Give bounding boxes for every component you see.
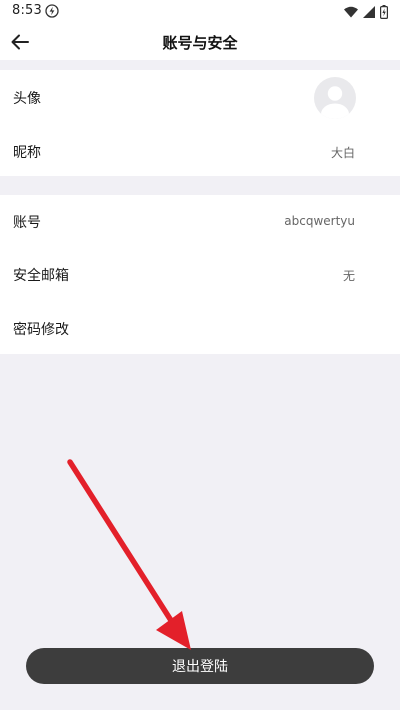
- email-value: 无: [342, 269, 355, 283]
- email-label: 安全邮箱: [13, 268, 69, 284]
- nickname-row[interactable]: 昵称 大白: [0, 126, 400, 176]
- logout-button[interactable]: 退出登陆: [26, 648, 374, 684]
- battery-icon: [380, 5, 388, 19]
- email-row[interactable]: 安全邮箱 无: [0, 247, 400, 301]
- wifi-icon: [344, 6, 358, 18]
- status-bar: 8:53: [0, 0, 400, 24]
- account-row[interactable]: 账号 abcqwertyu: [0, 195, 400, 247]
- nickname-label: 昵称: [13, 145, 41, 161]
- account-value: abcqwertyu: [284, 214, 355, 228]
- app-bar: 账号与安全: [0, 24, 400, 60]
- avatar-silhouette: [321, 86, 349, 119]
- avatar-row[interactable]: 头像: [0, 70, 400, 126]
- profile-card: 头像 昵称 大白: [0, 70, 400, 176]
- password-label: 密码修改: [13, 322, 69, 338]
- nickname-value: 大白: [330, 146, 355, 160]
- bolt-icon: [45, 4, 59, 18]
- account-label: 账号: [13, 215, 41, 231]
- password-row[interactable]: 密码修改: [0, 301, 400, 354]
- default-avatar-icon[interactable]: [314, 77, 356, 119]
- page-title: 账号与安全: [162, 34, 238, 52]
- status-icons: [344, 5, 388, 19]
- signal-icon: [363, 6, 375, 18]
- status-time: 8:53: [12, 3, 42, 18]
- security-card: 账号 abcqwertyu 安全邮箱 无 密码修改: [0, 195, 400, 354]
- avatar-label: 头像: [13, 91, 41, 107]
